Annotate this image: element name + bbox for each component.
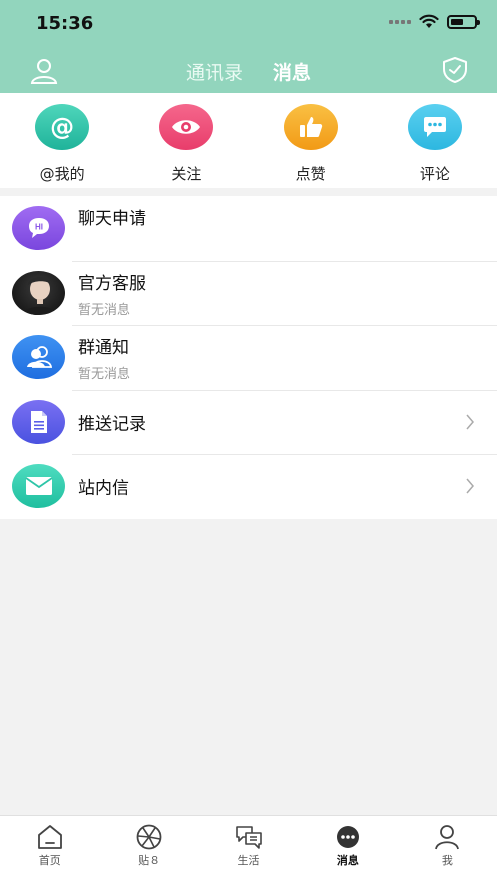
tabbar-label: 生活 <box>237 854 260 867</box>
quick-like[interactable]: 点赞 <box>249 93 373 188</box>
quick-label: 关注 <box>171 165 202 183</box>
signal-icon <box>389 19 411 24</box>
shield-icon[interactable] <box>441 56 469 84</box>
row-subtitle: 暂无消息 <box>78 302 131 318</box>
tabbar-item-posts[interactable]: 贴８ <box>99 816 198 883</box>
wifi-icon <box>419 14 439 28</box>
battery-icon <box>447 14 480 29</box>
aperture-icon <box>136 824 162 850</box>
row-title: 推送记录 <box>78 414 146 435</box>
list-item-push-history[interactable]: 推送记录 <box>0 389 497 455</box>
tabbar-item-me[interactable]: 我 <box>398 816 497 883</box>
bottom-tab-bar: 首页 贴８ 生活 消息 我 <box>0 815 497 883</box>
chevron-right-icon <box>466 478 474 494</box>
row-title: 站内信 <box>78 478 129 499</box>
message-icon <box>336 826 359 848</box>
quick-comment[interactable]: 评论 <box>373 93 497 188</box>
chevron-right-icon <box>466 414 474 430</box>
tabbar-label: 消息 <box>336 854 359 867</box>
list-item-inbox[interactable]: 站内信 <box>0 454 497 519</box>
tabbar-label: 贴８ <box>138 854 161 867</box>
list-item-official-support[interactable]: 官方客服 暂无消息 <box>0 260 497 326</box>
chat-bubbles-icon <box>235 826 262 849</box>
row-title: 群通知 <box>78 338 129 358</box>
quick-label: 点赞 <box>295 165 326 183</box>
document-icon <box>12 399 65 444</box>
header-bar: 15:36 通讯录 消息 <box>0 0 497 100</box>
message-list: HI 聊天申请 官方客服 暂无消息 群通知 暂无消息 推送记录 站内信 <box>0 196 497 519</box>
header-tabs: 通讯录 消息 <box>0 58 497 100</box>
quick-label: @我的 <box>39 165 85 183</box>
group-icon <box>12 335 65 380</box>
mail-icon <box>12 464 65 509</box>
tabbar-item-life[interactable]: 生活 <box>199 816 298 883</box>
quick-label: 评论 <box>419 165 450 183</box>
list-item-group-notice[interactable]: 群通知 暂无消息 <box>0 325 497 390</box>
thumbs-up-icon <box>283 104 338 150</box>
tabbar-label: 我 <box>441 854 453 867</box>
tab-messages[interactable]: 消息 <box>273 58 311 100</box>
row-text: 群通知 暂无消息 <box>78 333 130 382</box>
svg-text:HI: HI <box>35 223 43 232</box>
tabbar-label: 首页 <box>38 854 61 867</box>
row-title: 官方客服 <box>78 273 146 294</box>
quick-follow[interactable]: 关注 <box>124 93 248 188</box>
at-icon: @ <box>35 104 90 150</box>
row-title: 聊天申请 <box>78 209 146 229</box>
status-time: 15:36 <box>36 13 94 34</box>
row-text: 聊天申请 <box>78 204 146 229</box>
chat-hi-icon: HI <box>12 206 65 251</box>
quick-actions: @ @我的 关注 点赞 评论 <box>0 93 497 188</box>
person-icon <box>435 825 460 850</box>
tab-contacts[interactable]: 通讯录 <box>186 58 243 93</box>
tabbar-item-messages[interactable]: 消息 <box>298 816 397 883</box>
home-icon <box>37 825 62 849</box>
tabbar-item-home[interactable]: 首页 <box>0 816 99 883</box>
comment-icon <box>407 104 462 150</box>
row-subtitle: 暂无消息 <box>78 367 131 382</box>
quick-at-me[interactable]: @ @我的 <box>0 93 124 188</box>
eye-icon <box>159 104 214 150</box>
support-avatar <box>12 270 65 315</box>
row-text: 官方客服 暂无消息 <box>78 269 146 318</box>
status-icons <box>389 14 480 29</box>
list-item-chat-request[interactable]: HI 聊天申请 <box>0 196 497 261</box>
